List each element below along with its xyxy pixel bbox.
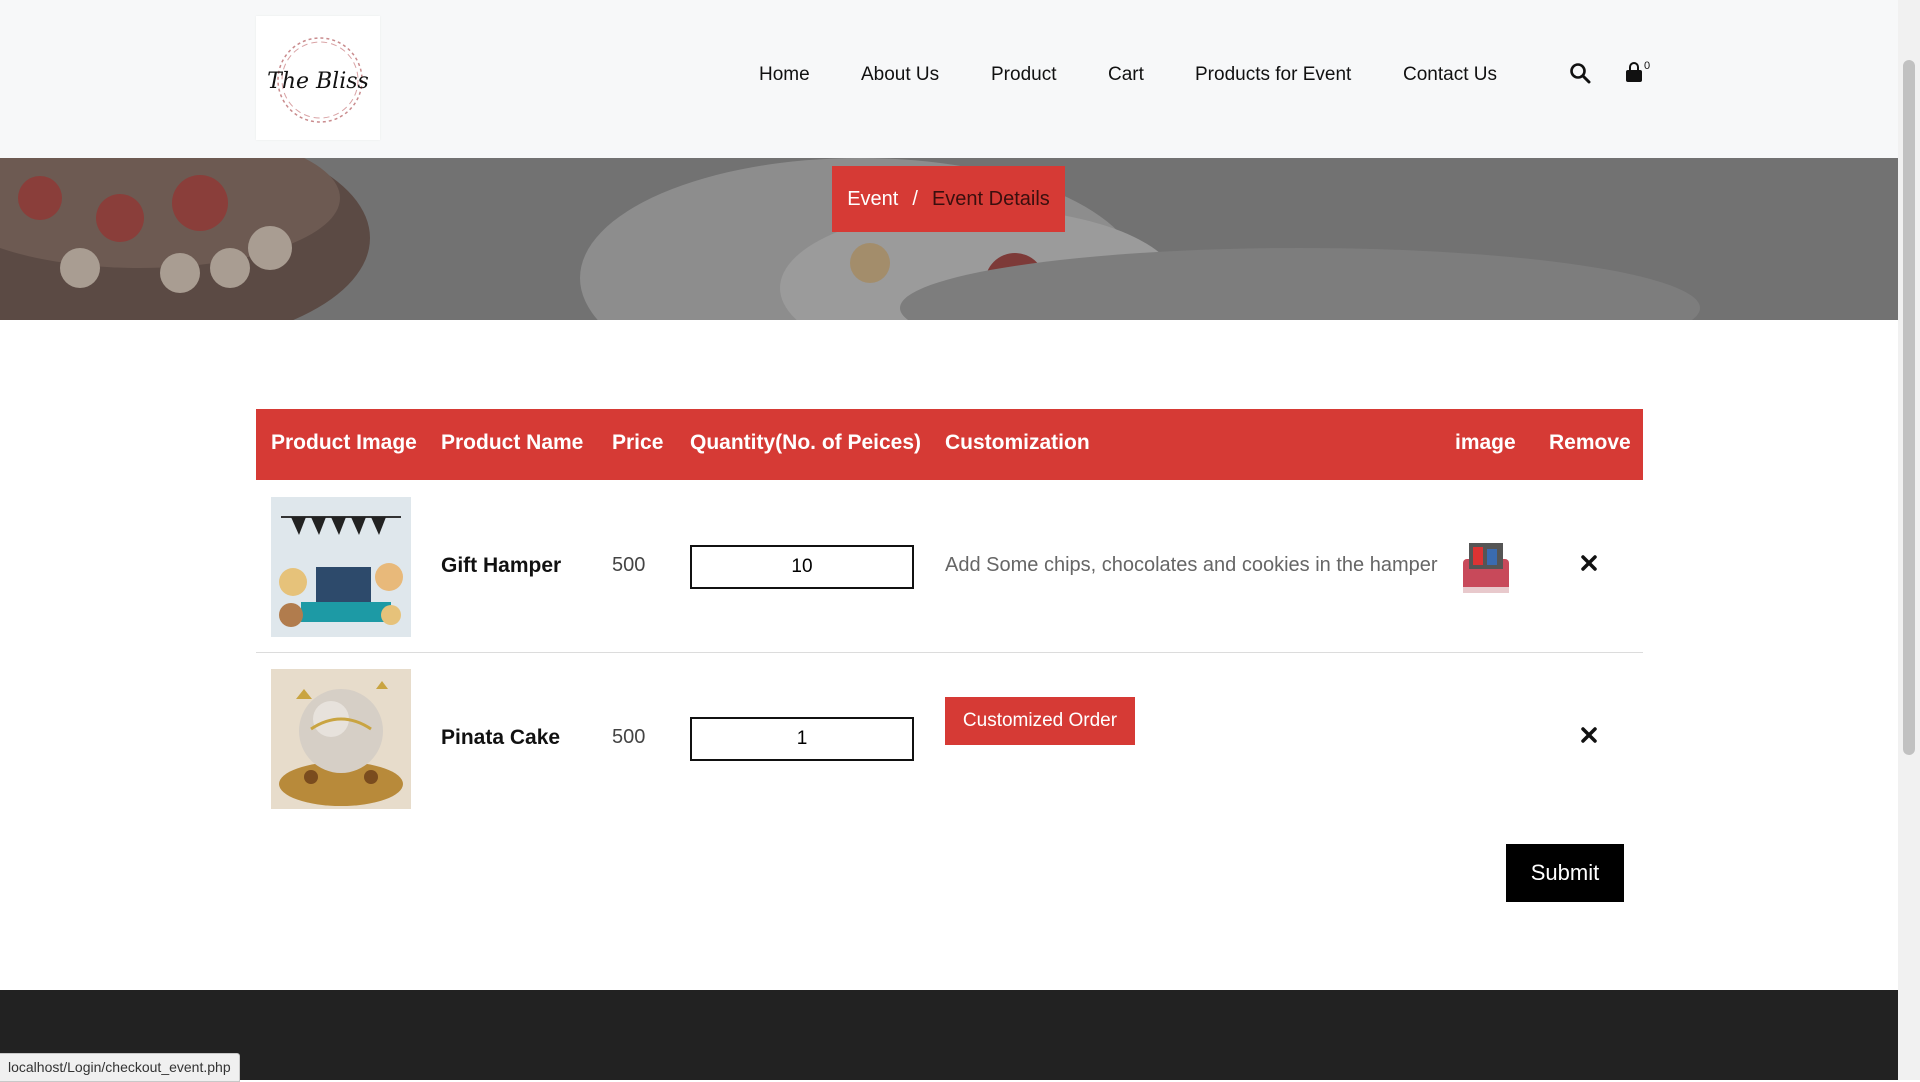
shopping-bag-icon[interactable] (1624, 62, 1644, 89)
gift-hamper-image (271, 497, 411, 637)
remove-close-icon[interactable] (1578, 724, 1600, 746)
logo-wreath-icon: The Bliss (267, 37, 369, 123)
header-customization: Customization (945, 431, 1090, 454)
quantity-input[interactable] (690, 545, 914, 589)
site-footer (0, 990, 1898, 1080)
table-row: Gift Hamper 500 Add Some chips, chocolat… (256, 480, 1643, 653)
header-remove: Remove (1549, 431, 1631, 454)
logo[interactable]: The Bliss (256, 16, 380, 140)
breadcrumb-separator: / (912, 187, 918, 210)
search-icon[interactable] (1569, 62, 1591, 89)
cart-count-badge: 0 (1644, 60, 1651, 72)
product-price: 500 (612, 554, 646, 576)
table-row: Pinata Cake 500 Customized Order (256, 652, 1643, 824)
table-header: Product Image Product Name Price Quantit… (256, 409, 1643, 480)
nav-products-for-event[interactable]: Products for Event (1195, 64, 1351, 86)
nav-contact-us[interactable]: Contact Us (1403, 64, 1497, 86)
customization-image-thumbnail[interactable] (1459, 535, 1513, 597)
product-name: Pinata Cake (441, 726, 561, 749)
header-price: Price (612, 431, 664, 454)
breadcrumb-event-link[interactable]: Event (847, 188, 898, 211)
product-name: Gift Hamper (441, 554, 562, 577)
breadcrumb-current: Event Details (931, 187, 1050, 210)
nav-product[interactable]: Product (991, 64, 1056, 86)
nav-cart[interactable]: Cart (1108, 64, 1144, 86)
header-product-name: Product Name (441, 431, 584, 454)
product-price: 500 (612, 726, 646, 748)
browser-status-url: localhost/Login/checkout_event.php (0, 1053, 240, 1082)
header-product-image: Product Image (271, 431, 417, 454)
quantity-input[interactable] (690, 717, 914, 761)
nav-about-us[interactable]: About Us (861, 64, 939, 86)
customized-order-button[interactable]: Customized Order (945, 697, 1135, 745)
svg-text:The Bliss: The Bliss (267, 69, 369, 94)
breadcrumb: Event / Event Details (832, 166, 1065, 232)
scrollbar-thumb[interactable] (1903, 60, 1915, 755)
site-header: The Bliss Home About Us Product Cart Pro… (0, 0, 1898, 158)
submit-button[interactable]: Submit (1506, 844, 1624, 902)
pinata-cake-image (271, 669, 411, 809)
nav-home[interactable]: Home (759, 64, 810, 86)
vertical-scrollbar[interactable] (1898, 0, 1920, 1080)
customization-text: Add Some chips, chocolates and cookies i… (945, 554, 1438, 576)
remove-close-icon[interactable] (1578, 552, 1600, 574)
header-image: image (1455, 431, 1516, 454)
header-quantity: Quantity(No. of Peices) (690, 431, 922, 454)
